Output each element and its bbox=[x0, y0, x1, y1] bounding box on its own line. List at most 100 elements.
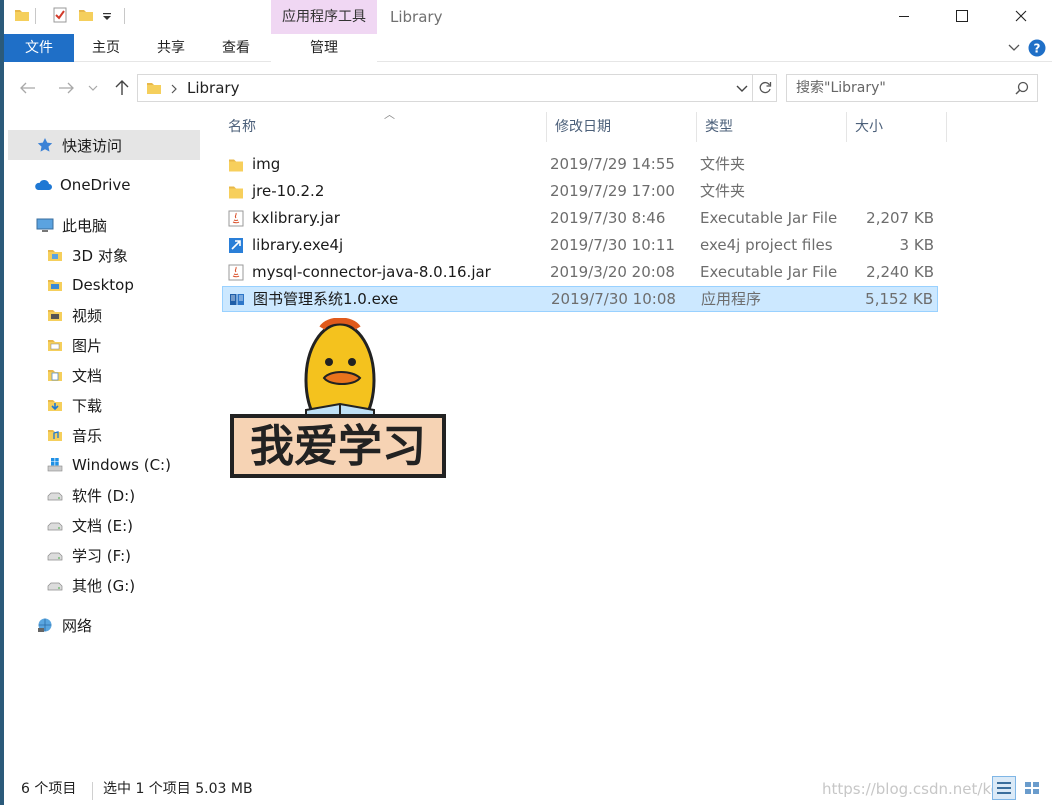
sidebar-item-documents[interactable]: 文档 bbox=[8, 360, 200, 390]
exe4j-icon bbox=[229, 238, 243, 253]
properties-icon[interactable] bbox=[52, 7, 68, 23]
folder-icon[interactable] bbox=[14, 7, 30, 23]
forward-button[interactable] bbox=[54, 78, 78, 98]
refresh-button[interactable] bbox=[753, 74, 777, 102]
context-tab-app-tools: 应用程序工具 bbox=[271, 0, 377, 34]
folder-icon bbox=[229, 159, 243, 172]
ribbon-tabs: 文件 主页 共享 查看 管理 ? bbox=[4, 34, 1052, 62]
breadcrumb-chevron-icon[interactable] bbox=[171, 84, 177, 94]
address-bar[interactable]: Library bbox=[137, 74, 753, 102]
sidebar-item-downloads[interactable]: 下载 bbox=[8, 390, 200, 420]
column-header-size[interactable]: 大小 bbox=[851, 112, 941, 142]
tab-file[interactable]: 文件 bbox=[4, 34, 74, 62]
file-type: Executable Jar File bbox=[700, 263, 838, 281]
sidebar-item-label: 软件 (D:) bbox=[72, 486, 136, 505]
sidebar-item-label: 此电脑 bbox=[62, 216, 108, 235]
help-icon[interactable]: ? bbox=[1028, 39, 1046, 57]
status-bar: 6 个项目 选中 1 个项目 5.03 MB https://blog.csdn… bbox=[4, 768, 1052, 805]
file-list-pane: ︿ 名称 修改日期 类型 大小 img 2019/7/29 14:55 文件夹 … bbox=[214, 108, 1052, 768]
file-row[interactable]: jre-10.2.2 2019/7/29 17:00 文件夹 bbox=[222, 179, 938, 205]
sticker-caption: 我爱学习 bbox=[250, 421, 426, 472]
drive-icon bbox=[47, 522, 63, 531]
sidebar-item-3d-objects[interactable]: 3D 对象 bbox=[8, 240, 200, 270]
tab-manage[interactable]: 管理 bbox=[271, 34, 377, 62]
video-folder-icon bbox=[48, 310, 62, 321]
sidebar-item-drive-d[interactable]: 软件 (D:) bbox=[8, 480, 200, 510]
up-button[interactable] bbox=[110, 78, 134, 98]
sidebar-item-label: 图片 bbox=[72, 336, 103, 355]
sidebar-item-quick-access[interactable]: 快速访问 bbox=[8, 130, 200, 160]
customize-qat-icon[interactable] bbox=[102, 7, 112, 23]
sidebar-item-drive-f[interactable]: 学习 (F:) bbox=[8, 540, 200, 570]
sidebar-item-label: OneDrive bbox=[60, 176, 131, 194]
new-folder-icon[interactable] bbox=[78, 7, 94, 23]
address-row: Library 搜索"Library" bbox=[4, 62, 1052, 112]
sidebar-item-desktop[interactable]: Desktop bbox=[8, 270, 200, 300]
sidebar-item-onedrive[interactable]: OneDrive bbox=[8, 170, 200, 200]
arrow-up-icon bbox=[115, 80, 129, 95]
file-row-selected[interactable]: 图书管理系统1.0.exe 2019/7/30 10:08 应用程序 5,152… bbox=[222, 286, 938, 312]
breadcrumb-library[interactable]: Library bbox=[187, 75, 239, 101]
refresh-icon bbox=[759, 81, 771, 94]
tab-view[interactable]: 查看 bbox=[210, 34, 262, 62]
sidebar-item-network[interactable]: 网络 bbox=[8, 610, 200, 640]
back-button[interactable] bbox=[16, 78, 40, 98]
expand-ribbon-icon[interactable] bbox=[1008, 44, 1020, 52]
sidebar-item-drive-g[interactable]: 其他 (G:) bbox=[8, 570, 200, 600]
file-date: 2019/7/29 14:55 bbox=[550, 155, 675, 173]
minimize-button[interactable] bbox=[881, 0, 927, 32]
file-type: exe4j project files bbox=[700, 236, 833, 254]
sidebar-item-label: 网络 bbox=[62, 616, 93, 635]
file-type: Executable Jar File bbox=[700, 209, 838, 227]
tab-home[interactable]: 主页 bbox=[80, 34, 132, 62]
folder-icon bbox=[147, 83, 161, 94]
search-placeholder: 搜索"Library" bbox=[796, 80, 886, 96]
file-row[interactable]: img 2019/7/29 14:55 文件夹 bbox=[222, 152, 938, 178]
file-row[interactable]: kxlibrary.jar 2019/7/30 8:46 Executable … bbox=[222, 206, 938, 232]
tab-share[interactable]: 共享 bbox=[145, 34, 197, 62]
column-header-date[interactable]: 修改日期 bbox=[551, 112, 691, 142]
large-icons-view-button[interactable] bbox=[1020, 776, 1044, 800]
star-icon bbox=[37, 138, 53, 152]
maximize-icon bbox=[956, 10, 968, 22]
sidebar-item-drive-e[interactable]: 文档 (E:) bbox=[8, 510, 200, 540]
pictures-folder-icon bbox=[48, 340, 62, 351]
file-type: 文件夹 bbox=[700, 182, 746, 200]
sidebar-item-music[interactable]: 音乐 bbox=[8, 420, 200, 450]
file-date: 2019/7/30 10:08 bbox=[551, 290, 676, 308]
file-row[interactable]: library.exe4j 2019/7/30 10:11 exe4j proj… bbox=[222, 233, 938, 259]
watermark: https://blog.csdn.net/ko... bbox=[822, 780, 1014, 798]
column-header-name[interactable]: 名称 bbox=[224, 112, 542, 142]
file-date: 2019/7/30 8:46 bbox=[550, 209, 666, 227]
sidebar-item-label: 文档 (E:) bbox=[72, 516, 134, 535]
close-button[interactable] bbox=[998, 0, 1044, 32]
windows-drive-icon bbox=[47, 458, 63, 472]
sidebar-item-videos[interactable]: 视频 bbox=[8, 300, 200, 330]
search-input[interactable]: 搜索"Library" bbox=[786, 74, 1038, 102]
computer-icon bbox=[36, 218, 54, 232]
documents-folder-icon bbox=[48, 370, 62, 381]
file-name: img bbox=[252, 155, 281, 173]
details-view-button[interactable] bbox=[992, 776, 1016, 800]
maximize-button[interactable] bbox=[939, 0, 985, 32]
explorer-window: 应用程序工具 Library 文件 主页 共享 查看 管理 ? Library … bbox=[4, 0, 1052, 805]
file-name: jre-10.2.2 bbox=[252, 182, 325, 200]
arrow-right-icon bbox=[59, 82, 74, 94]
close-icon bbox=[1015, 10, 1027, 22]
address-dropdown-icon[interactable] bbox=[736, 85, 748, 93]
sidebar-item-label: 文档 bbox=[72, 366, 103, 385]
column-header-type[interactable]: 类型 bbox=[701, 112, 841, 142]
file-name: library.exe4j bbox=[252, 236, 344, 254]
file-size: 5,152 KB bbox=[865, 290, 933, 308]
sidebar-item-label: 视频 bbox=[72, 306, 103, 325]
sidebar-item-drive-c[interactable]: Windows (C:) bbox=[8, 450, 200, 480]
sidebar-item-this-pc[interactable]: 此电脑 bbox=[8, 210, 200, 240]
sidebar-item-pictures[interactable]: 图片 bbox=[8, 330, 200, 360]
file-size: 3 KB bbox=[899, 236, 934, 254]
sidebar-item-label: 3D 对象 bbox=[72, 246, 128, 265]
minimize-icon bbox=[899, 16, 909, 17]
recent-locations-button[interactable] bbox=[86, 78, 100, 98]
file-type: 文件夹 bbox=[700, 155, 746, 173]
file-row[interactable]: mysql-connector-java-8.0.16.jar 2019/3/2… bbox=[222, 260, 938, 286]
window-title: Library bbox=[390, 8, 443, 26]
